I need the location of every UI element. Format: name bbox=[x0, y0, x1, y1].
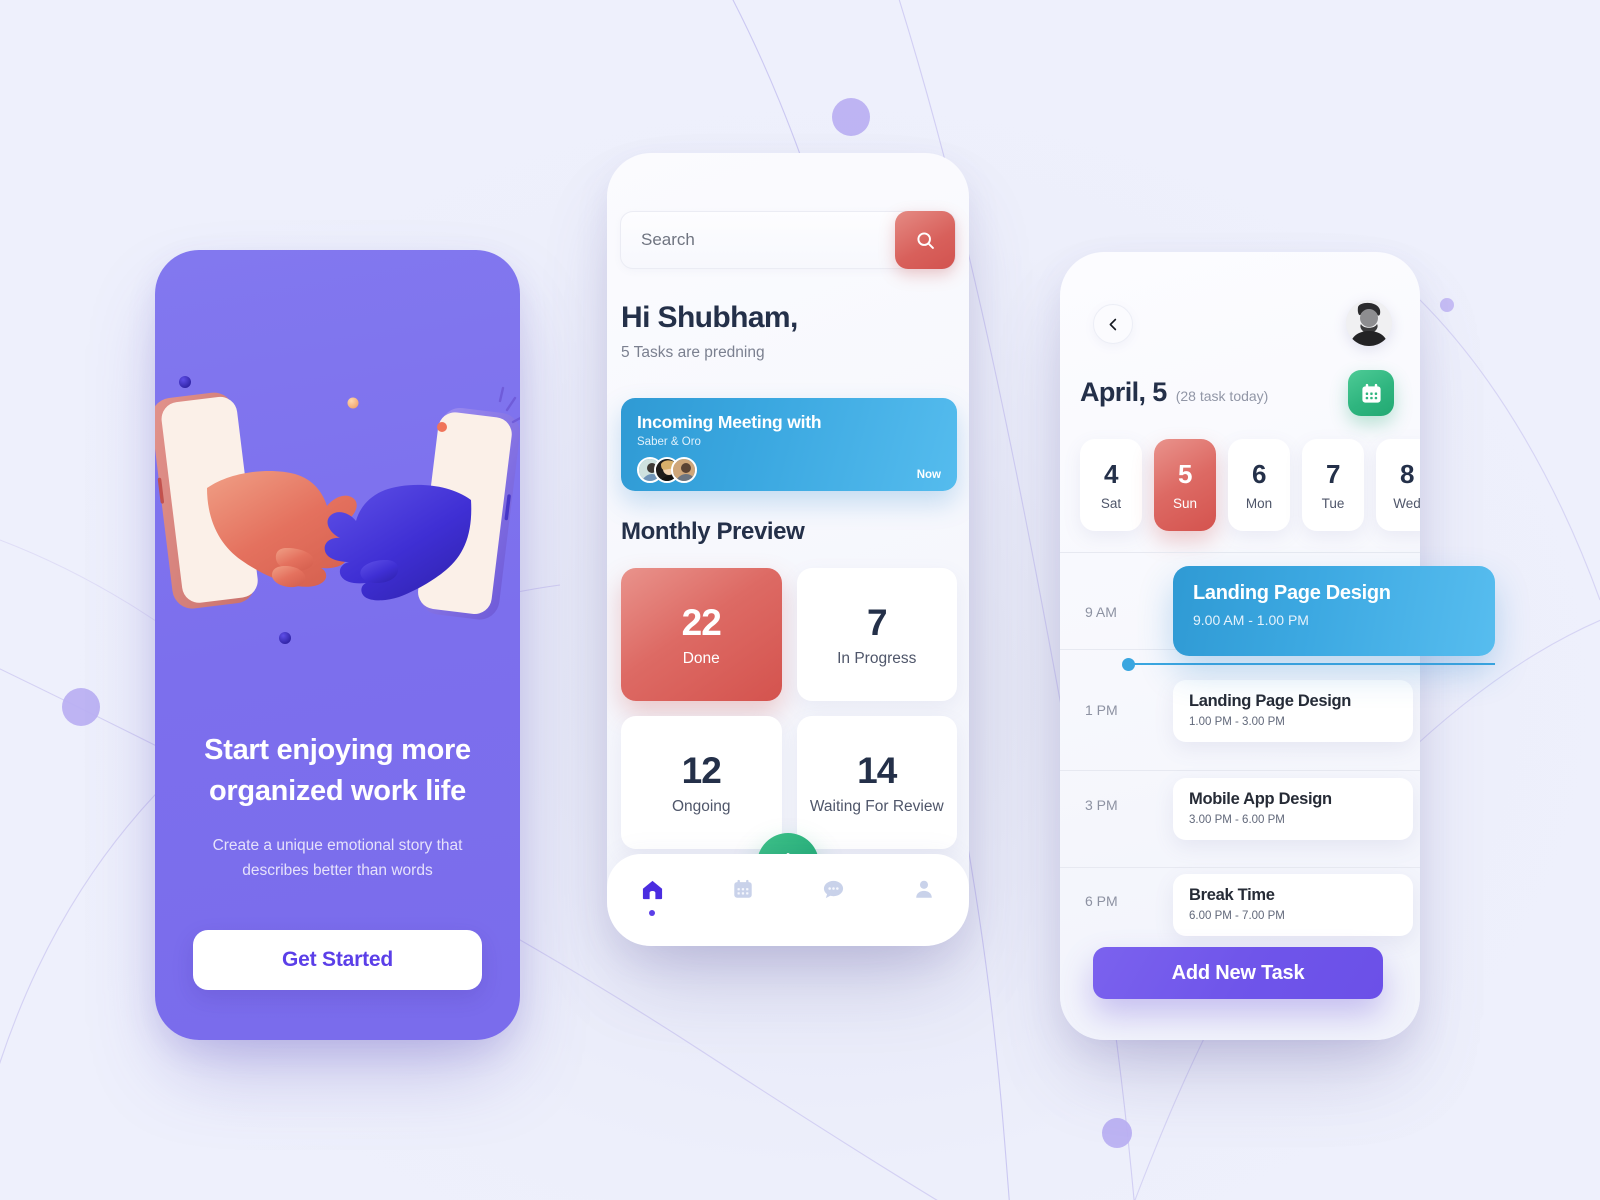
hour-label-3pm: 3 PM bbox=[1085, 797, 1118, 813]
calendar-button[interactable] bbox=[1348, 370, 1394, 416]
task-count-label: (28 task today) bbox=[1175, 388, 1269, 404]
day-number: 7 bbox=[1326, 459, 1340, 489]
back-button[interactable] bbox=[1093, 304, 1133, 344]
stat-value: 22 bbox=[681, 601, 722, 643]
day-number: 8 bbox=[1400, 459, 1414, 489]
stats-grid: 22 Done 7 In Progress 12 Ongoing 14 Wait… bbox=[621, 568, 957, 849]
stat-card-in-progress[interactable]: 7 In Progress bbox=[796, 568, 957, 701]
meeting-time-label: Now bbox=[916, 469, 941, 481]
day-number: 5 bbox=[1178, 459, 1192, 489]
stat-card-done[interactable]: 22 Done bbox=[621, 568, 782, 701]
handshake-3d-illustration bbox=[155, 376, 520, 644]
task-card-highlighted-landing-page-design[interactable]: Landing Page Design 9.00 AM - 1.00 PM bbox=[1173, 566, 1495, 656]
tab-chat[interactable] bbox=[788, 878, 879, 901]
day-chip-8[interactable]: 8 Wed bbox=[1376, 439, 1420, 531]
meeting-title: Incoming Meeting with bbox=[637, 412, 822, 432]
stat-value: 14 bbox=[857, 749, 897, 791]
monthly-preview-heading: Monthly Preview bbox=[621, 518, 805, 545]
day-chip-6[interactable]: 6 Mon bbox=[1228, 439, 1290, 531]
profile-icon bbox=[915, 880, 932, 898]
stat-card-ongoing[interactable]: 12 Ongoing bbox=[621, 716, 782, 849]
task-title: Landing Page Design bbox=[1193, 582, 1391, 604]
hour-label-6pm: 6 PM bbox=[1085, 893, 1118, 909]
onboarding-screen: Start enjoying more organized work life … bbox=[155, 250, 520, 1040]
day-weekday: Wed bbox=[1393, 496, 1420, 511]
calendar-icon bbox=[734, 879, 752, 898]
chat-icon bbox=[823, 880, 843, 899]
stat-label: Done bbox=[682, 649, 720, 667]
incoming-meeting-card[interactable]: Incoming Meeting with Saber & Oro Now bbox=[621, 398, 957, 491]
onboarding-subtitle: Create a unique emotional story that des… bbox=[212, 837, 463, 879]
greeting-title: Hi Shubham, bbox=[621, 301, 798, 334]
stat-label: In Progress bbox=[837, 649, 917, 667]
tab-home[interactable] bbox=[607, 878, 698, 916]
day-chip-7[interactable]: 7 Tue bbox=[1302, 439, 1364, 531]
task-title: Break Time bbox=[1189, 886, 1275, 904]
day-weekday: Mon bbox=[1245, 496, 1273, 511]
search-input[interactable] bbox=[621, 230, 895, 250]
stat-value: 12 bbox=[681, 749, 722, 791]
day-number: 4 bbox=[1104, 459, 1118, 489]
tab-calendar[interactable] bbox=[698, 878, 789, 900]
tab-profile[interactable] bbox=[879, 878, 970, 900]
current-time-dot bbox=[1122, 658, 1135, 671]
user-avatar[interactable] bbox=[1346, 300, 1392, 346]
stat-card-waiting-for-review[interactable]: 14 Waiting For Review bbox=[796, 716, 957, 849]
day-strip: 4 Sat 5 Sun 6 Mon 7 Tue 8 Wed bbox=[1080, 439, 1420, 531]
task-card-break-time[interactable]: Break Time 6.00 PM - 7.00 PM bbox=[1173, 874, 1413, 936]
add-new-task-button[interactable]: Add New Task bbox=[1093, 947, 1383, 999]
search-icon bbox=[916, 231, 934, 249]
date-header: April, 5 (28 task today) bbox=[1080, 377, 1268, 408]
pending-tasks-text: 5 Tasks are predning bbox=[621, 344, 765, 361]
task-time: 6.00 PM - 7.00 PM bbox=[1189, 910, 1285, 922]
stat-value: 7 bbox=[866, 601, 888, 643]
calendar-icon bbox=[1361, 383, 1381, 403]
greeting-block: Hi Shubham, 5 Tasks are predning bbox=[621, 301, 798, 362]
day-weekday: Tue bbox=[1321, 496, 1345, 511]
stat-label: Waiting For Review bbox=[809, 797, 944, 815]
onboarding-copy: Start enjoying more organized work life … bbox=[155, 730, 520, 883]
hour-label-1pm: 1 PM bbox=[1085, 702, 1118, 718]
active-tab-indicator bbox=[649, 910, 656, 916]
day-chip-5[interactable]: 5 Sun bbox=[1154, 439, 1216, 531]
get-started-button[interactable]: Get Started bbox=[193, 930, 482, 990]
hour-label-9am: 9 AM bbox=[1085, 604, 1117, 620]
search-button[interactable] bbox=[895, 211, 955, 269]
day-weekday: Sun bbox=[1172, 496, 1198, 511]
day-chip-4[interactable]: 4 Sat bbox=[1080, 439, 1142, 531]
home-icon bbox=[642, 880, 662, 900]
chevron-left-icon bbox=[1109, 318, 1116, 330]
meeting-participants: Saber & Oro bbox=[637, 436, 701, 448]
task-card-mobile-app-design[interactable]: Mobile App Design 3.00 PM - 6.00 PM bbox=[1173, 778, 1413, 840]
bottom-navigation bbox=[607, 854, 969, 946]
task-card-landing-page-design[interactable]: Landing Page Design 1.00 PM - 3.00 PM bbox=[1173, 680, 1413, 742]
meeting-avatar-group bbox=[637, 457, 697, 483]
stat-label: Ongoing bbox=[671, 797, 731, 815]
day-number: 6 bbox=[1252, 459, 1266, 489]
search-bar[interactable] bbox=[620, 211, 956, 269]
home-screen: Hi Shubham, 5 Tasks are predning Incomin… bbox=[607, 153, 969, 946]
current-time-line bbox=[1125, 663, 1495, 665]
task-title: Landing Page Design bbox=[1189, 692, 1352, 710]
task-time: 3.00 PM - 6.00 PM bbox=[1189, 814, 1285, 826]
onboarding-title: Start enjoying more organized work life bbox=[204, 734, 471, 808]
date-title: April, 5 bbox=[1080, 377, 1167, 407]
task-time: 1.00 PM - 3.00 PM bbox=[1189, 716, 1285, 728]
day-weekday: Sat bbox=[1100, 496, 1122, 511]
task-time: 9.00 AM - 1.00 PM bbox=[1193, 612, 1309, 628]
task-title: Mobile App Design bbox=[1189, 790, 1332, 808]
avatar bbox=[671, 457, 697, 483]
